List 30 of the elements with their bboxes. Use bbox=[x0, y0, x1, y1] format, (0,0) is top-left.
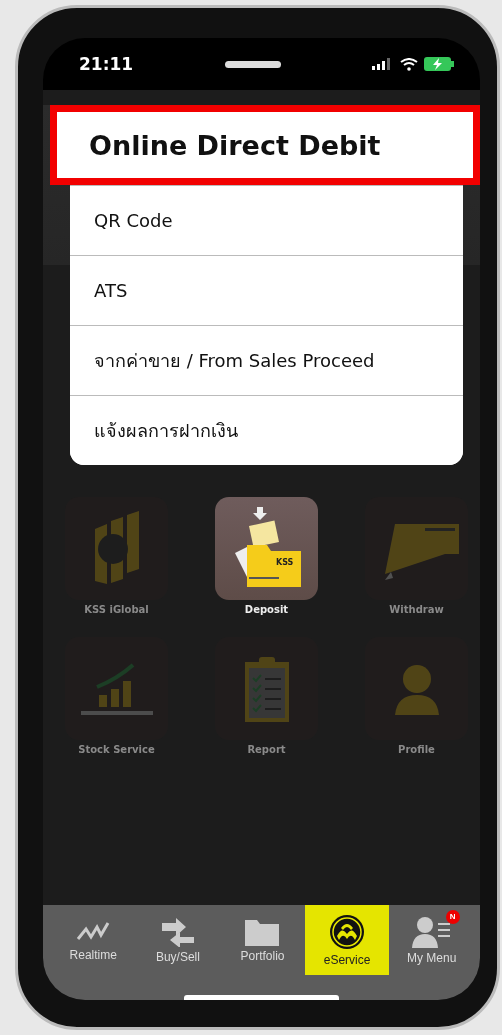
menu-item[interactable]: แจ้งผลการฝากเงิน bbox=[70, 395, 463, 465]
tile-label: Stock Service bbox=[78, 744, 155, 755]
clipboard-checklist-icon bbox=[242, 655, 291, 722]
tile-label: Deposit bbox=[244, 604, 289, 615]
tab[interactable]: eService bbox=[304, 905, 390, 975]
tile-label: Report bbox=[247, 744, 286, 755]
service-tile[interactable] bbox=[215, 637, 318, 740]
service-tile[interactable] bbox=[365, 637, 468, 740]
tab[interactable]: N My Menu bbox=[389, 905, 474, 975]
tile-label: Withdraw bbox=[389, 604, 444, 615]
tile-label: KSS iGlobal bbox=[84, 604, 149, 615]
tile-label: Profile bbox=[398, 744, 435, 755]
speaker-notch bbox=[224, 60, 281, 68]
wifi-icon bbox=[400, 57, 418, 71]
service-tile[interactable] bbox=[65, 497, 168, 600]
swap-arrows-icon bbox=[159, 916, 196, 947]
folder-icon bbox=[245, 917, 280, 946]
service-tile[interactable] bbox=[365, 497, 468, 600]
battery-charging-icon bbox=[424, 57, 454, 71]
tab[interactable]: Realtime bbox=[51, 905, 136, 975]
notification-badge: N bbox=[445, 909, 460, 924]
service-tile[interactable] bbox=[65, 637, 168, 740]
service-tile[interactable]: KSS bbox=[215, 497, 318, 600]
user-list-icon bbox=[411, 915, 452, 948]
status-time: 21:11 bbox=[79, 54, 134, 74]
tab[interactable]: Buy/Sell bbox=[135, 905, 221, 975]
round-emblem-icon bbox=[329, 913, 366, 950]
tab[interactable]: Portfolio bbox=[220, 905, 305, 975]
person-icon bbox=[392, 662, 441, 715]
menu-item[interactable]: Online Direct Debit bbox=[50, 105, 480, 185]
